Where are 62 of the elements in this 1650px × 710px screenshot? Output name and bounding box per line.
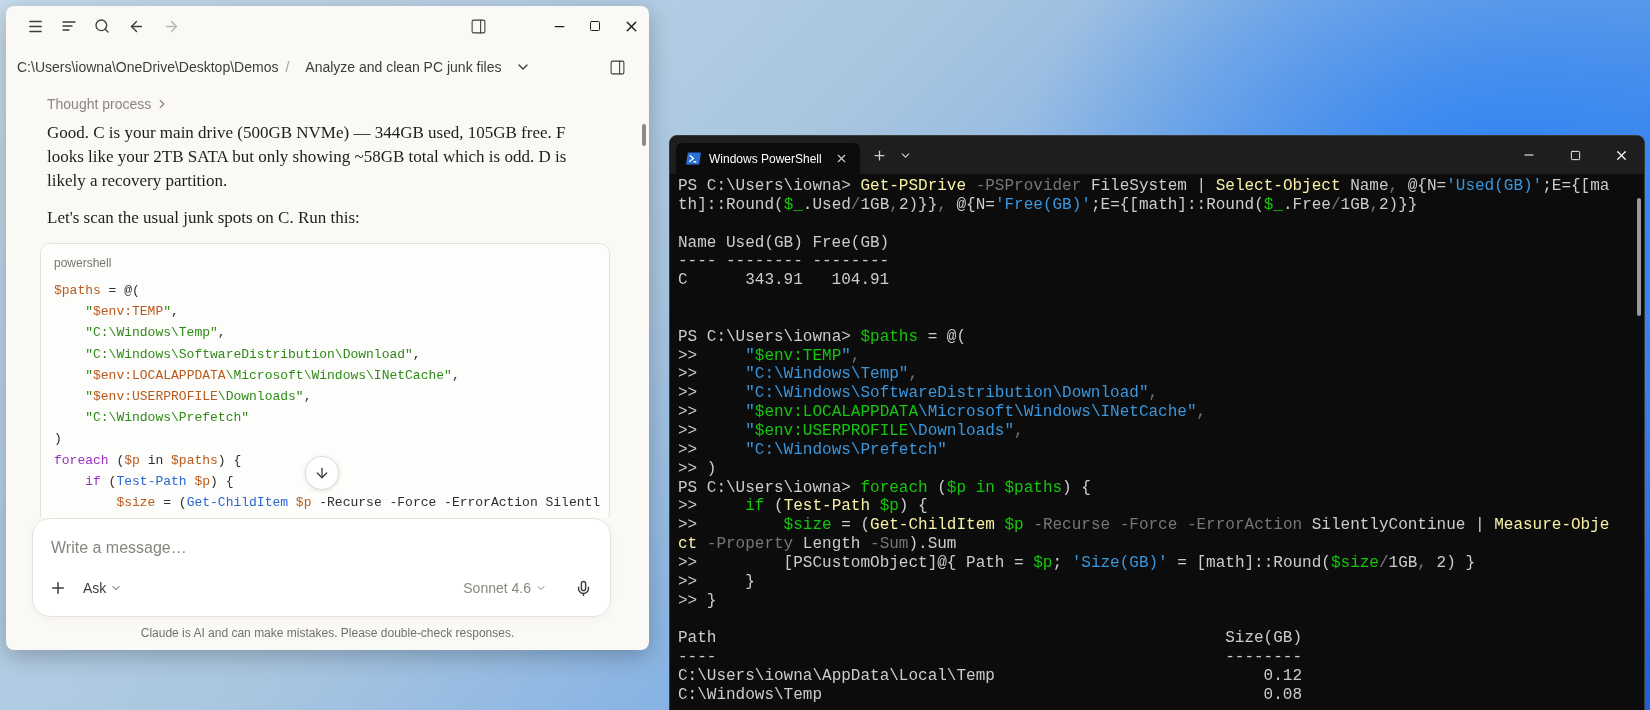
list-icon <box>62 20 76 32</box>
header-underline: -------- <box>726 252 803 272</box>
terminal-line: th]::Round($_.Used/1GB,2)}}, @{N='Free(GB)';E={[math]::Round($_.Free/1GB,2)}} <box>678 195 1419 215</box>
table-cell-text: 0.08 <box>1262 685 1302 705</box>
scrollbar-thumb[interactable] <box>642 124 646 146</box>
scrollbar-thumb[interactable] <box>1637 198 1641 316</box>
code-line: foreach ($p in $paths) { <box>54 451 242 470</box>
terminal-line: PS C:\Users\iowna> Get-PSDrive -PSProvider FileSystem | Select-Object Name, @{N='Used(GB)';E={[ma <box>678 177 1611 196</box>
message-paragraph: Good. C is your main drive (500GB NVMe) — 344GB used, 105GB free. F looks like your 2TB SATA but only showing ~58GB total which is odd. D is likely a recovery partition. <box>47 122 567 192</box>
terminal-line: PS C:\Users\iowna> $paths = @( <box>678 327 968 347</box>
code-line: "C:\Windows\SoftwareDistribution\Download", <box>84 345 421 364</box>
table-cell-text: C:\Users\iowna\AppData\Local\Temp <box>678 666 996 686</box>
table-cell-text: 104.91 <box>830 271 890 291</box>
arrow-down-icon <box>314 465 330 481</box>
code-line: "C:\Windows\Prefetch" <box>84 409 250 428</box>
code-line: $paths = @( <box>54 282 140 300</box>
terminal-line: ct -Property Length -Sum).Sum <box>678 535 958 554</box>
terminal-line: >> ) <box>678 459 718 479</box>
disclaimer-text: Claude is AI and can make mistakes. Please double-check responses. <box>139 625 516 642</box>
folder-path[interactable]: C:\Users\iowna\OneDrive\Desktop\Demos <box>17 59 279 75</box>
terminal-line: >> $size = (Get-ChildItem $p -Recurse -Force -ErrorAction SilentlyContinue | Measure-Obje <box>678 516 1611 536</box>
table-cell-text: C:\Windows\Temp <box>678 685 824 705</box>
header-underline: ---- <box>678 252 717 272</box>
thought-process-toggle[interactable]: Thought process <box>47 96 170 112</box>
terminal-tab[interactable]: Windows PowerShell <box>676 143 860 174</box>
terminal-line: >> if (Test-Path $p) { <box>678 497 929 517</box>
table-cell-text: C <box>678 271 689 291</box>
terminal-line: >> [PSCustomObject]@{ Path = $p; 'Size(GB)' = [math]::Round($size/1GB, 2) } <box>678 553 1476 573</box>
powershell-icon <box>686 152 701 165</box>
mode-selector[interactable]: Ask <box>79 578 127 598</box>
column-header: Free(GB) <box>812 233 890 253</box>
message-input[interactable]: Write a message… <box>51 536 596 560</box>
terminal-line: >> } <box>678 591 718 611</box>
code-line: $size = (Get-ChildItem $p -Recurse -Force -ErrorAction Silentl <box>115 494 601 513</box>
message-paragraph: Let's scan the usual junk spots on C. Run this: <box>47 207 361 229</box>
conversation-title[interactable]: Analyze and clean PC junk files <box>299 55 538 79</box>
code-line: ) <box>54 430 62 449</box>
terminal-line: >> "$env:USERPROFILE\Downloads", <box>678 421 1025 441</box>
path-separator: / <box>285 59 290 75</box>
terminal-line: >> "$env:TEMP", <box>678 346 862 366</box>
column-header: Path <box>678 629 718 649</box>
terminal-line: >> "C:\Windows\SoftwareDistribution\Download", <box>678 384 1160 404</box>
column-header: Size(GB) <box>1225 629 1302 649</box>
header-underline: ---- <box>678 648 718 667</box>
table-cell-text: 343.91 <box>744 271 803 291</box>
code-language-label: powershell <box>54 256 112 270</box>
header-underline: -------- <box>1225 648 1302 667</box>
terminal-line: >> "$env:LOCALAPPDATA\Microsoft\Windows\INetCache", <box>678 403 1208 422</box>
terminal-line: >> "C:\Windows\Prefetch" <box>678 440 948 460</box>
model-selector[interactable]: Sonnet 4.6 <box>459 578 551 598</box>
code-line: if (Test-Path $p) { <box>84 472 234 491</box>
header-underline: -------- <box>812 252 890 272</box>
column-header: Used(GB) <box>726 233 803 253</box>
table-cell-text: 0.12 <box>1262 666 1302 686</box>
code-line: "$env:TEMP", <box>84 303 179 322</box>
terminal-line: >> } <box>678 572 756 592</box>
terminal-line: >> "C:\Windows\Temp", <box>678 365 920 385</box>
code-line: "$env:USERPROFILE\Downloads", <box>84 388 312 406</box>
terminal-line: PS C:\Users\iowna> foreach ($p in $paths) { <box>678 478 1092 498</box>
column-header: Name <box>678 233 717 253</box>
code-line: "$env:LOCALAPPDATA\Microsoft\Windows\INetCache", <box>84 366 460 385</box>
code-line: "C:\Windows\Temp", <box>84 324 226 343</box>
